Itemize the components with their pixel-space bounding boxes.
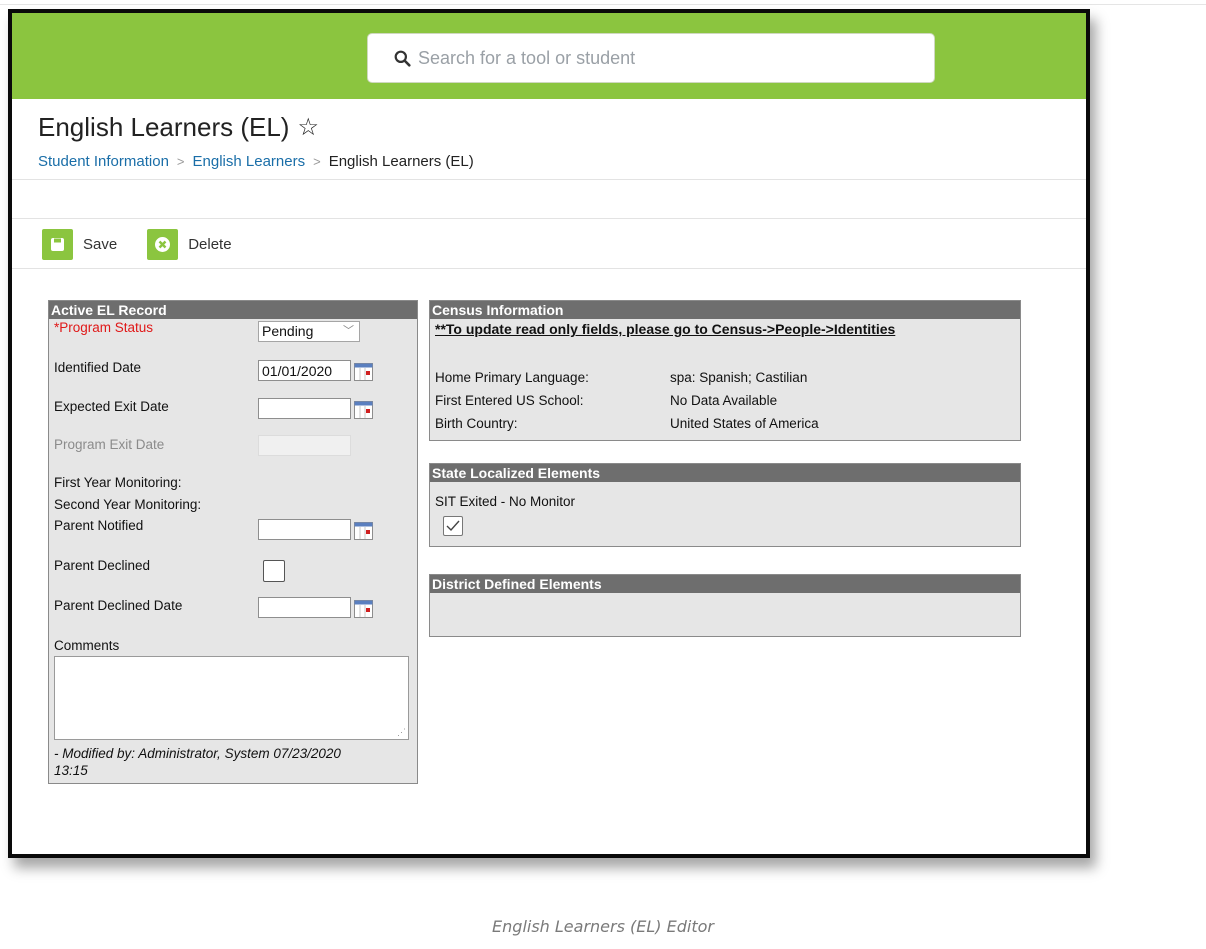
expected-exit-date-label: Expected Exit Date <box>54 399 169 414</box>
active-el-record-panel: Active EL Record *Program Status Pending… <box>48 300 418 784</box>
program-exit-date-field <box>258 435 351 456</box>
figure-caption: English Learners (EL) Editor <box>492 917 714 936</box>
calendar-icon[interactable] <box>354 401 373 419</box>
first-entered-us-school-value: No Data Available <box>670 393 778 408</box>
parent-declined-date-field[interactable] <box>258 597 351 618</box>
delete-button[interactable]: Delete <box>147 229 232 260</box>
census-information-panel: Census Information **To update read only… <box>429 300 1021 441</box>
program-status-select[interactable]: Pending ﹀ <box>258 321 360 342</box>
panel-header: District Defined Elements <box>430 575 1020 593</box>
first-year-monitoring-label: First Year Monitoring: <box>54 475 182 490</box>
parent-declined-date-label: Parent Declined Date <box>54 598 183 613</box>
identified-date-label: Identified Date <box>54 360 142 375</box>
panel-header: Census Information <box>430 301 1020 319</box>
breadcrumb-current: English Learners (EL) <box>328 153 474 170</box>
resize-grip-icon[interactable]: ⋰ <box>397 727 406 738</box>
breadcrumb-student-information[interactable]: Student Information <box>38 153 169 170</box>
second-year-monitoring-label: Second Year Monitoring: <box>54 497 202 512</box>
save-button[interactable]: Save <box>42 229 117 260</box>
first-entered-us-school-label: First Entered US School: <box>435 393 584 408</box>
panel-header: State Localized Elements <box>430 464 1020 482</box>
comments-textarea[interactable]: ⋰ <box>54 656 409 740</box>
top-divider <box>0 4 1206 5</box>
delete-icon <box>147 229 179 260</box>
state-localized-elements-panel: State Localized Elements SIT Exited - No… <box>429 463 1021 547</box>
divider <box>12 268 1086 269</box>
parent-declined-checkbox[interactable] <box>263 560 285 582</box>
parent-declined-label: Parent Declined <box>54 558 151 573</box>
save-label: Save <box>83 236 118 253</box>
header-bar <box>12 13 1086 99</box>
program-status-value: Pending <box>262 323 314 339</box>
save-icon <box>42 229 73 260</box>
search-input[interactable] <box>418 47 898 69</box>
app-window: English Learners (EL) ☆ Student Informat… <box>8 9 1090 858</box>
action-toolbar: Save Delete <box>42 229 262 260</box>
page-title: English Learners (EL) ☆ <box>38 112 319 143</box>
search-box[interactable] <box>367 33 935 83</box>
chevron-down-icon: ﹀ <box>343 325 354 337</box>
home-primary-language-value: spa: Spanish; Castilian <box>670 370 808 385</box>
modified-line1: - Modified by: Administrator, System 07/… <box>54 746 341 761</box>
comments-label: Comments <box>54 638 120 653</box>
birth-country-value: United States of America <box>670 416 819 431</box>
calendar-icon[interactable] <box>354 600 373 618</box>
divider <box>12 179 1086 180</box>
breadcrumb-english-learners[interactable]: English Learners <box>193 153 306 170</box>
search-icon <box>394 50 411 67</box>
modified-by-text: - Modified by: Administrator, System 07/… <box>54 745 341 779</box>
expected-exit-date-field[interactable] <box>258 398 351 419</box>
identified-date-field[interactable] <box>258 360 351 381</box>
district-defined-elements-panel: District Defined Elements <box>429 574 1021 637</box>
modified-line2: 13:15 <box>54 763 88 778</box>
sit-exited-label: SIT Exited - No Monitor <box>435 494 576 509</box>
page-title-text: English Learners (EL) <box>38 112 290 142</box>
divider <box>12 218 1086 219</box>
breadcrumb-separator: > <box>313 154 321 169</box>
parent-notified-label: Parent Notified <box>54 518 144 533</box>
calendar-icon[interactable] <box>354 363 373 381</box>
delete-label: Delete <box>188 236 232 253</box>
parent-notified-field[interactable] <box>258 519 351 540</box>
birth-country-label: Birth Country: <box>435 416 518 431</box>
favorite-star-icon[interactable]: ☆ <box>297 113 319 142</box>
panel-header: Active EL Record <box>49 301 417 319</box>
sit-exited-checkbox[interactable] <box>443 516 463 536</box>
program-status-label: *Program Status <box>54 320 154 335</box>
breadcrumb-separator: > <box>176 154 185 169</box>
breadcrumb: Student Information > English Learners >… <box>38 153 474 170</box>
census-people-identities-link[interactable]: **To update read only fields, please go … <box>435 321 895 337</box>
home-primary-language-label: Home Primary Language: <box>435 370 589 385</box>
program-exit-date-label: Program Exit Date <box>54 437 165 452</box>
checkmark-icon <box>446 520 460 532</box>
calendar-icon[interactable] <box>354 522 373 540</box>
